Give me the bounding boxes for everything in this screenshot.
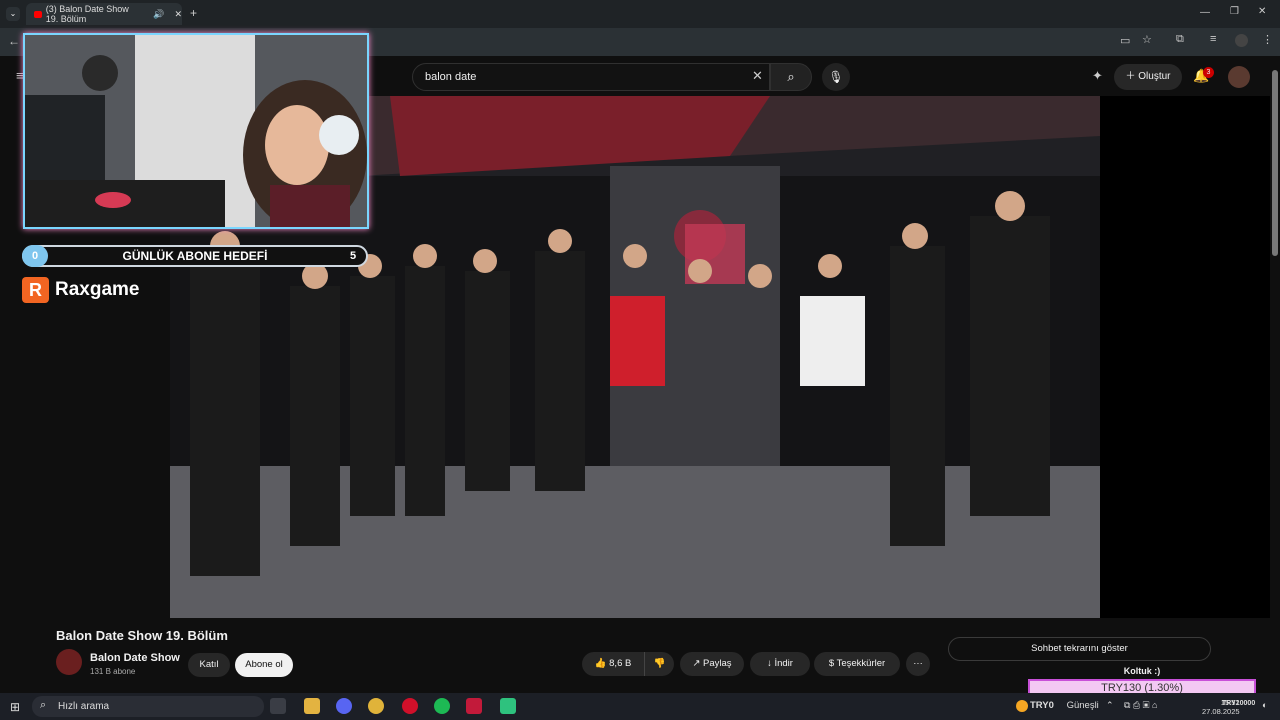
- video-letterbox: [1100, 96, 1270, 618]
- file-explorer-icon[interactable]: [304, 698, 320, 714]
- microphone-icon: 🎙: [828, 70, 844, 84]
- minimize-icon[interactable]: —: [1200, 7, 1210, 18]
- like-button[interactable]: 👍 8,6 B: [582, 652, 644, 676]
- discord-icon[interactable]: [336, 698, 352, 714]
- tray-icons[interactable]: ⧉ ⎙ ▣ ⌂: [1124, 700, 1157, 711]
- youtube-favicon-icon: [34, 10, 42, 18]
- brand-name: Raxgame: [55, 279, 140, 300]
- voice-search-button[interactable]: 🎙: [822, 63, 850, 91]
- clear-search-icon[interactable]: ✕: [752, 68, 763, 84]
- chrome-icon[interactable]: [368, 698, 384, 714]
- weather-widget[interactable]: TRY0 Güneşli: [1026, 700, 1099, 711]
- download-button[interactable]: ↓ İndir: [750, 652, 810, 676]
- chat-app-icon[interactable]: [500, 698, 516, 714]
- search-button[interactable]: ⌕: [770, 63, 812, 91]
- like-dislike-group: 👍 8,6 B 👎: [582, 652, 674, 676]
- subscribe-button[interactable]: Abone ol: [235, 653, 293, 677]
- channel-avatar-icon[interactable]: [56, 649, 82, 675]
- tab-audio-icon[interactable]: 🔊: [153, 9, 164, 20]
- tab-title: (3) Balon Date Show 19. Bölüm: [45, 4, 129, 24]
- share-icon: ↗: [692, 658, 704, 669]
- plus-icon: ＋: [1125, 71, 1139, 82]
- browser-tab[interactable]: (3) Balon Date Show 19. Bölüm 🔊 ✕: [26, 3, 182, 25]
- channel-avatar[interactable]: [1228, 66, 1250, 88]
- task-view-icon[interactable]: [270, 698, 286, 714]
- goal-current-value: 0: [22, 245, 48, 267]
- thanks-label: Teşekkürler: [836, 658, 886, 669]
- browser-menu-icon[interactable]: ⋮: [1262, 33, 1273, 46]
- share-label: Paylaş: [703, 658, 732, 669]
- taskbar-search-input[interactable]: Hızlı arama: [32, 696, 264, 717]
- thanks-button[interactable]: $ Teşekkürler: [814, 652, 900, 676]
- video-title: Balon Date Show 19. Bölüm: [56, 628, 228, 643]
- tab-search-icon[interactable]: ⌄: [6, 7, 20, 21]
- cast-icon[interactable]: ▭: [1120, 34, 1130, 47]
- join-button[interactable]: Katıl: [188, 653, 230, 677]
- taskbar-search-icon: ⌕: [40, 699, 47, 711]
- tray-price: TRY10000: [1222, 700, 1256, 707]
- subscriber-goal-bar: GÜNLÜK ABONE HEDEFİ: [22, 245, 368, 267]
- goal-target-value: 5: [350, 250, 357, 262]
- create-button[interactable]: ＋ Oluştur: [1114, 64, 1182, 90]
- studio-icon[interactable]: ✦: [1092, 68, 1103, 84]
- thumbs-down-icon: 👎: [653, 658, 666, 669]
- dislike-button[interactable]: 👎: [644, 652, 674, 676]
- media-control-icon[interactable]: ≡: [1210, 33, 1216, 45]
- subscriber-count: 131 B abone: [90, 667, 136, 676]
- like-count: 8,6 B: [609, 658, 632, 669]
- create-label: Oluştur: [1138, 71, 1171, 82]
- new-tab-button[interactable]: +: [190, 6, 197, 20]
- webcam-overlay: [23, 33, 369, 229]
- windows-start-icon[interactable]: ⊞: [10, 700, 20, 714]
- donation-goal-title: Koltuk :): [1123, 666, 1161, 676]
- tray-chevron-icon[interactable]: ⌃: [1106, 700, 1114, 711]
- weather-value: TRY0: [1030, 700, 1054, 711]
- app-icon[interactable]: [466, 698, 482, 714]
- thumbs-up-icon: 👍: [594, 658, 610, 669]
- download-label: İndir: [774, 658, 793, 669]
- share-button[interactable]: ↗ Paylaş: [680, 652, 744, 676]
- webcam-scene: [25, 35, 367, 227]
- more-actions-button[interactable]: ···: [906, 652, 930, 676]
- notifications-badge: 3: [1203, 67, 1214, 78]
- close-window-icon[interactable]: ✕: [1258, 6, 1266, 17]
- streamer-brand: R Raxgame: [22, 277, 140, 303]
- bookmark-star-icon[interactable]: ☆: [1142, 33, 1152, 46]
- page-scrollbar[interactable]: [1272, 70, 1278, 256]
- channel-name[interactable]: Balon Date Show: [90, 652, 180, 664]
- tab-close-icon[interactable]: ✕: [174, 9, 182, 20]
- search-input[interactable]: balon date: [412, 63, 770, 91]
- weather-label: Güneşli: [1066, 700, 1099, 711]
- spotify-icon[interactable]: [434, 698, 450, 714]
- search-icon: ⌕: [787, 69, 795, 84]
- opera-icon[interactable]: [402, 698, 418, 714]
- thanks-icon: $: [828, 658, 837, 669]
- clock-date: 27.08.2025: [1202, 707, 1240, 716]
- restore-icon[interactable]: ❐: [1230, 6, 1239, 17]
- profile-avatar[interactable]: [1235, 34, 1248, 47]
- notifications-tray-icon[interactable]: ◐: [1262, 700, 1267, 710]
- show-chat-replay-button[interactable]: Sohbet tekrarını göster: [948, 637, 1211, 661]
- brand-logo-icon: R: [22, 277, 49, 303]
- extensions-icon[interactable]: ⧉: [1176, 33, 1184, 46]
- back-arrow-icon[interactable]: ←: [8, 34, 20, 48]
